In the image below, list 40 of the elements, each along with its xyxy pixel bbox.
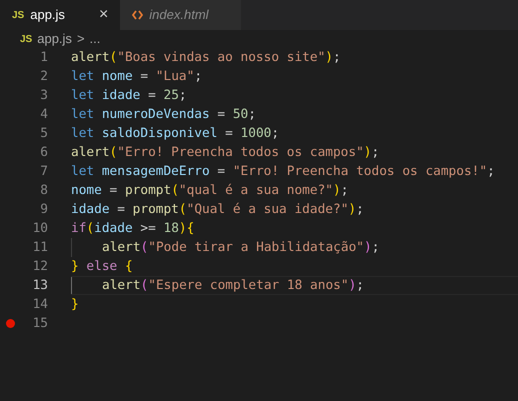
code-line: let idade = 25; [71,86,187,105]
line-number: 14 [32,296,48,314]
tab-label: index.html [149,6,209,24]
js-file-icon: JS [12,8,24,22]
breadcrumb-item[interactable]: ... [90,29,100,49]
code-line: let saldoDisponivel = 1000; [71,124,280,143]
line-number: 1 [39,48,48,67]
tab-label: app.js [30,6,65,24]
line-number: 3 [39,86,48,105]
line-number: 10 [32,220,48,238]
code-line: } [71,296,79,314]
editor-tab[interactable]: index.html [120,0,242,30]
close-icon[interactable]: × [98,3,108,27]
breadcrumb-item[interactable]: app.js [37,29,72,49]
line-number: 13 [32,276,48,295]
line-number: 12 [32,258,48,276]
code-line: idade = prompt("Qual é a sua idade?"); [71,200,364,219]
code-line: alert("Pode tirar a Habilidatação"); [102,238,380,257]
line-number: 15 [32,314,48,333]
line-number: 5 [39,124,48,143]
editor-tab[interactable]: JS app.js × [0,0,120,30]
line-number: 11 [32,238,48,257]
code-line: nome = prompt("qual é a sua nome?"); [71,182,348,200]
breadcrumb-separator: > [76,30,85,48]
code-line: alert("Boas vindas ao nosso site"); [71,48,341,67]
line-number: 6 [39,144,48,162]
code-line: alert("Erro! Preencha todos os campos"); [71,144,380,162]
code-line: } else { [71,258,133,276]
code-line: let numeroDeVendas = 50; [71,106,256,124]
line-number: 2 [39,68,48,86]
code-line: alert("Espere completar 18 anos"); [102,276,364,295]
js-file-icon: JS [20,32,32,46]
code-line: let mensagemDeErro = "Erro! Preencha todos os campos!"; [71,162,495,181]
line-number: 8 [39,182,48,200]
code-line: let nome = "Lua"; [71,68,202,86]
line-number: 9 [39,200,48,219]
code-line: if(idade >= 18){ [71,220,194,238]
line-number: 7 [39,162,48,181]
code-brackets-icon [132,10,144,20]
line-number: 4 [39,106,48,124]
